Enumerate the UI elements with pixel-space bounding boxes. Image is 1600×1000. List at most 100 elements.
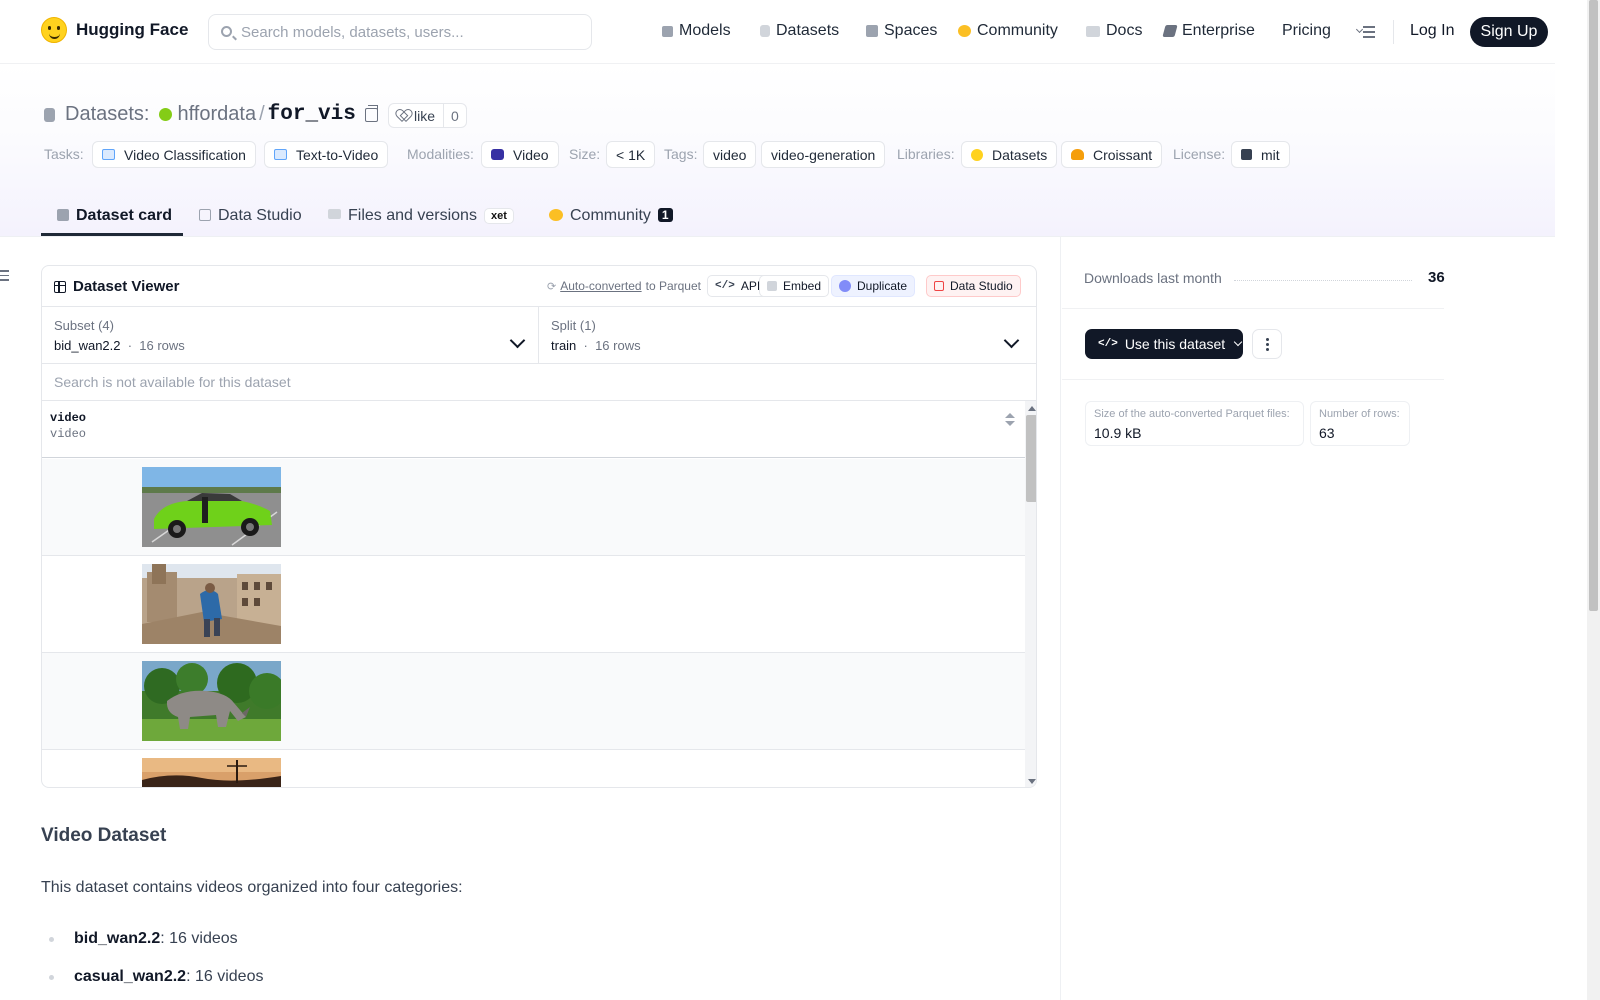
nav-docs[interactable]: Docs — [1086, 22, 1142, 40]
hf-datasets-icon — [971, 148, 983, 161]
nav-pricing[interactable]: Pricing — [1282, 22, 1331, 40]
tab-dataset-card[interactable]: Dataset card — [57, 198, 172, 236]
more-menu-icon[interactable] — [1355, 25, 1375, 38]
brand-name[interactable]: Hugging Face — [76, 20, 188, 40]
parquet-size-value: 10.9 kB — [1094, 425, 1142, 441]
community-count-badge: 1 — [657, 208, 673, 222]
subset-value: bid_wan2.2 — [54, 338, 121, 353]
viewer-header: Dataset Viewer ⟳ Auto-converted to Parqu… — [42, 266, 1036, 307]
rhino-thumbnail[interactable] — [142, 661, 281, 741]
nav-datasets-label: Datasets — [776, 22, 840, 39]
column-header-video[interactable]: video video — [42, 401, 1025, 458]
tag-label: Croissant — [1093, 146, 1153, 163]
nav-community[interactable]: Community — [958, 22, 1058, 40]
search-icon — [221, 26, 232, 37]
split-value: train — [551, 338, 577, 353]
subset-rows: 16 rows — [139, 338, 185, 353]
breadcrumb: Datasets: hffordata / for_vis — [44, 103, 378, 126]
page-scrollbar-thumb[interactable] — [1589, 0, 1598, 611]
card-intro: This dataset contains videos organized i… — [41, 879, 463, 896]
auto-converted-note: ⟳ Auto-converted to Parquet — [547, 279, 701, 293]
code-icon: </> — [715, 280, 735, 292]
tag-library-datasets[interactable]: Datasets — [961, 141, 1058, 168]
scrollbar-thumb[interactable] — [1026, 415, 1036, 502]
dataset-name[interactable]: for_vis — [268, 103, 356, 126]
card-heading: Video Dataset — [41, 825, 167, 846]
sunset-thumbnail[interactable] — [142, 758, 281, 787]
old-town-image — [142, 564, 281, 644]
scroll-down-icon[interactable] — [1028, 779, 1036, 784]
use-this-dataset-label: Use this dataset — [1124, 336, 1226, 352]
cube-icon — [662, 25, 673, 37]
parquet-size-stat: Size of the auto-converted Parquet files… — [1085, 401, 1304, 446]
org-link[interactable]: hffordata — [177, 103, 256, 126]
search-input[interactable] — [241, 15, 581, 49]
split-dropdown[interactable]: Split (1) train · 16 rows — [539, 307, 1036, 364]
more-options-button[interactable] — [1252, 329, 1282, 359]
downloads-label: Downloads last month — [1084, 270, 1222, 286]
data-studio-button[interactable]: Data Studio — [926, 275, 1021, 297]
like-button[interactable]: like 0 — [388, 103, 467, 128]
hugging-face-logo-icon[interactable] — [41, 17, 67, 43]
tab-files-and-versions[interactable]: Files and versions xet — [328, 198, 514, 236]
tag-library-croissant[interactable]: Croissant — [1061, 141, 1163, 168]
nav-divider — [1393, 20, 1394, 44]
tag-label: Datasets — [992, 146, 1048, 163]
table-row[interactable] — [42, 459, 1025, 556]
files-icon — [328, 209, 341, 219]
tab-data-studio[interactable]: Data Studio — [199, 198, 302, 236]
tab-label: Dataset card — [76, 207, 173, 224]
embed-button[interactable]: Embed — [759, 275, 830, 297]
auto-converted-link[interactable]: Auto-converted — [560, 279, 641, 293]
video-classification-icon — [102, 149, 115, 160]
scroll-up-icon[interactable] — [1028, 406, 1036, 411]
tag-label: < 1K — [616, 146, 646, 163]
green-car-thumbnail[interactable] — [142, 467, 281, 547]
tag-task-video-classification[interactable]: Video Classification — [92, 141, 256, 168]
tag-size[interactable]: < 1K — [606, 141, 656, 168]
tag-video[interactable]: video — [703, 141, 757, 168]
dataset-icon — [44, 107, 55, 122]
tab-community[interactable]: Community 1 — [549, 198, 673, 236]
duplicate-icon — [839, 280, 851, 292]
table-row[interactable] — [42, 556, 1025, 653]
duplicate-button[interactable]: Duplicate — [831, 275, 916, 297]
copy-icon[interactable] — [364, 104, 378, 122]
split-rows: 16 rows — [595, 338, 641, 353]
global-search[interactable] — [208, 14, 592, 50]
signup-button[interactable]: Sign Up — [1470, 17, 1548, 47]
downloads-count: 36 — [1428, 269, 1445, 286]
use-this-dataset-button[interactable]: </> Use this dataset — [1085, 329, 1243, 359]
parquet-size-label: Size of the auto-converted Parquet files… — [1094, 408, 1290, 420]
toc-toggle-icon[interactable] — [0, 270, 9, 281]
nav-enterprise[interactable]: Enterprise — [1162, 22, 1255, 40]
page-scrollbar[interactable] — [1587, 0, 1600, 1000]
viewer-scrollbar[interactable] — [1025, 401, 1036, 787]
sidebar-divider — [1060, 237, 1061, 1000]
column-name: video — [50, 411, 87, 425]
nav-spaces[interactable]: Spaces — [866, 22, 937, 40]
refresh-icon: ⟳ — [547, 280, 557, 293]
login-link[interactable]: Log In — [1410, 22, 1454, 40]
tag-video-generation[interactable]: video-generation — [761, 141, 886, 168]
table-row[interactable] — [42, 653, 1025, 750]
green-car-image — [142, 467, 281, 547]
old-town-person-thumbnail[interactable] — [142, 564, 281, 644]
sort-icon[interactable] — [1005, 413, 1015, 427]
nav-datasets[interactable]: Datasets — [760, 22, 839, 40]
column-type: video — [50, 427, 87, 441]
tag-license[interactable]: mit — [1231, 141, 1290, 168]
tag-modality-video[interactable]: Video — [481, 141, 559, 168]
viewer-title: Dataset Viewer — [54, 278, 179, 295]
nav-models[interactable]: Models — [662, 22, 731, 40]
spaces-icon — [866, 25, 878, 37]
like-count[interactable]: 0 — [443, 104, 466, 127]
database-icon — [760, 25, 770, 37]
modalities-label: Modalities: — [407, 146, 474, 162]
tag-task-text-to-video[interactable]: Text-to-Video — [264, 141, 389, 168]
license-label: License: — [1173, 146, 1226, 162]
org-avatar[interactable] — [159, 108, 173, 121]
table-row[interactable] — [42, 750, 1025, 787]
viewer-title-text: Dataset Viewer — [73, 278, 180, 295]
subset-dropdown[interactable]: Subset (4) bid_wan2.2 · 16 rows — [42, 307, 539, 364]
